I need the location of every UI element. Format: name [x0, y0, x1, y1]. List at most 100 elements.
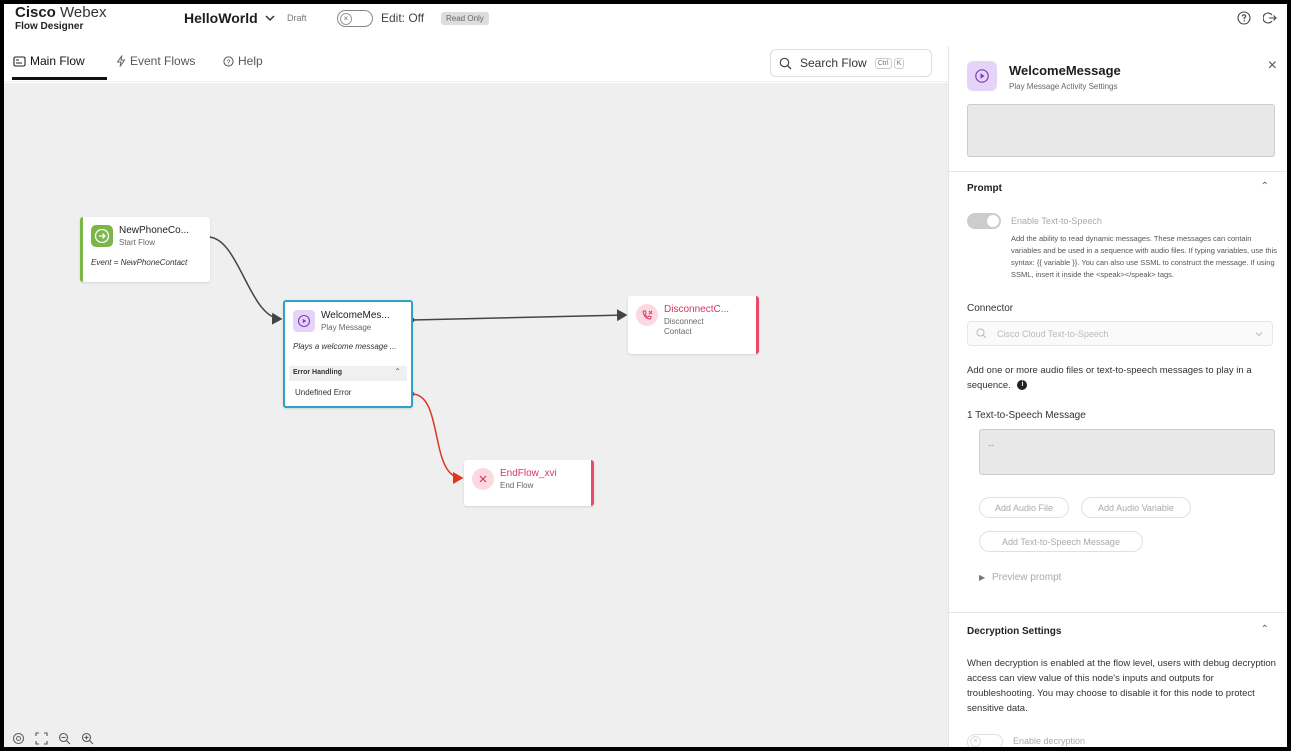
decryption-toggle-label: Enable decryption: [1013, 736, 1086, 746]
play-message-icon: [967, 61, 997, 91]
end-flow-icon: [472, 468, 494, 490]
flow-canvas[interactable]: NewPhoneCo... Start Flow Event = NewPhon…: [4, 83, 948, 747]
active-tab-indicator: [12, 77, 107, 80]
node-disconnect-contact[interactable]: DisconnectC... Disconnect Contact: [628, 296, 759, 354]
disconnect-icon: [636, 304, 658, 326]
node-subtitle: Play Message: [321, 323, 372, 332]
settings-icon[interactable]: [12, 732, 25, 745]
decryption-description: When decryption is enabled at the flow l…: [967, 658, 1276, 714]
panel-subtitle: Play Message Activity Settings: [1009, 82, 1118, 91]
fit-view-icon[interactable]: [35, 732, 48, 745]
read-only-badge: Read Only: [441, 12, 489, 25]
node-title: DisconnectC...: [664, 304, 730, 315]
shortcut-key-ctrl: Ctrl: [874, 57, 892, 69]
tab-label: Help: [238, 54, 263, 68]
chevron-up-icon: ⌃: [394, 367, 401, 376]
search-icon: [779, 57, 792, 69]
tts-help-text: Add the ability to read dynamic messages…: [1011, 234, 1277, 279]
brand-logo: Cisco Webex Flow Designer: [15, 4, 106, 33]
divider: [949, 612, 1287, 613]
toggle-knob: [987, 215, 999, 227]
chevron-up-icon[interactable]: ⌃: [1261, 181, 1269, 192]
node-subtitle-line2: Contact: [664, 327, 692, 336]
prompt-section-title: Prompt: [967, 183, 1002, 194]
edge-error-to-end: [411, 393, 464, 484]
preview-prompt-toggle[interactable]: ▶ Preview prompt: [979, 572, 1061, 583]
node-subtitle: End Flow: [500, 481, 534, 490]
canvas-zoom-controls: [12, 732, 94, 745]
brand-name-bold: Cisco: [15, 4, 56, 21]
tab-main-flow[interactable]: Main Flow: [13, 54, 85, 68]
sign-out-icon[interactable]: [1263, 11, 1277, 25]
product-name: Flow Designer: [15, 21, 84, 32]
panel-title: WelcomeMessage: [1009, 63, 1121, 78]
add-audio-text: Add one or more audio files or text-to-s…: [967, 365, 1252, 391]
info-icon[interactable]: i: [1017, 380, 1028, 391]
error-handling-label: Error Handling: [293, 369, 343, 376]
flow-tabs: Main Flow Event Flows ? Help Search Flow…: [4, 46, 948, 82]
decryption-section-title: Decryption Settings: [967, 626, 1062, 637]
zoom-out-icon[interactable]: [58, 732, 71, 745]
flow-name: HelloWorld: [184, 10, 258, 26]
help-circle-icon[interactable]: [1237, 11, 1251, 25]
help-icon: ?: [223, 55, 234, 67]
node-subtitle: Start Flow: [119, 238, 156, 247]
flow-edges: [205, 234, 628, 484]
tts-toggle[interactable]: [967, 213, 1001, 229]
node-description: Plays a welcome message ...: [293, 342, 397, 351]
tts-message-placeholder: --: [988, 440, 994, 450]
edit-toggle[interactable]: ×: [337, 10, 373, 27]
connector-label: Connector: [967, 303, 1014, 314]
activity-settings-panel: WelcomeMessage Play Message Activity Set…: [948, 46, 1287, 747]
decryption-toggle[interactable]: ×: [967, 734, 1003, 747]
edge-welcome-to-disconnect: [411, 309, 628, 322]
shortcut-key-k: K: [893, 57, 905, 69]
tts-message-label: 1 Text-to-Speech Message: [967, 410, 1086, 421]
lightning-icon: [116, 55, 126, 67]
search-icon: [976, 328, 987, 339]
tts-toggle-label: Enable Text-to-Speech: [1011, 216, 1102, 226]
start-flow-icon: [91, 225, 113, 247]
error-item-undefined: Undefined Error: [295, 388, 352, 397]
chevron-down-icon: [1255, 332, 1263, 337]
add-tts-message-button[interactable]: Add Text-to-Speech Message: [979, 531, 1143, 552]
node-title: NewPhoneCo...: [119, 225, 190, 236]
node-end-flow[interactable]: EndFlow_xvi End Flow: [464, 460, 594, 506]
flow-name-dropdown[interactable]: HelloWorld: [184, 10, 276, 26]
app-window: Cisco Webex Flow Designer HelloWorld Dra…: [4, 4, 1287, 747]
node-description: Event = NewPhoneContact: [91, 258, 188, 267]
zoom-in-icon[interactable]: [81, 732, 94, 745]
play-message-icon: [293, 310, 315, 332]
edit-state-label: Edit: Off: [381, 11, 425, 25]
error-handling-header[interactable]: Error Handling ⌃: [289, 366, 407, 381]
search-placeholder: Search Flow: [800, 56, 867, 70]
add-audio-variable-button[interactable]: Add Audio Variable: [1081, 497, 1191, 518]
connector-select[interactable]: Cisco Cloud Text-to-Speech: [967, 321, 1273, 346]
tab-event-flows[interactable]: Event Flows: [116, 54, 195, 68]
tab-label: Main Flow: [30, 54, 85, 68]
flow-icon: [13, 55, 26, 67]
close-icon[interactable]: ×: [1268, 57, 1277, 75]
brand-name-light: Webex: [60, 4, 107, 21]
chevron-down-icon: [265, 15, 275, 22]
node-title: WelcomeMes...: [321, 310, 390, 321]
toggle-off-icon: ×: [340, 12, 352, 25]
tts-message-textarea[interactable]: --: [979, 429, 1275, 475]
description-textarea[interactable]: [967, 104, 1275, 157]
top-bar: Cisco Webex Flow Designer HelloWorld Dra…: [4, 4, 1287, 42]
node-welcome-message[interactable]: WelcomeMes... Play Message Plays a welco…: [283, 300, 413, 408]
status-badge: Draft: [287, 13, 307, 23]
add-audio-file-button[interactable]: Add Audio File: [979, 497, 1069, 518]
caret-right-icon: ▶: [979, 573, 986, 582]
node-title: EndFlow_xvi: [500, 468, 557, 479]
tab-help[interactable]: ? Help: [223, 54, 263, 68]
node-new-phone-contact[interactable]: NewPhoneCo... Start Flow Event = NewPhon…: [80, 217, 210, 282]
edge-start-to-welcome: [207, 236, 283, 325]
connector-value: Cisco Cloud Text-to-Speech: [997, 328, 1109, 339]
chevron-up-icon[interactable]: ⌃: [1261, 624, 1269, 635]
search-flow-input[interactable]: Search Flow Ctrl K: [770, 49, 932, 77]
preview-prompt-label: Preview prompt: [991, 572, 1062, 583]
divider: [949, 171, 1287, 172]
add-audio-instructions: Add one or more audio files or text-to-s…: [967, 363, 1277, 393]
svg-text:?: ?: [227, 59, 231, 66]
